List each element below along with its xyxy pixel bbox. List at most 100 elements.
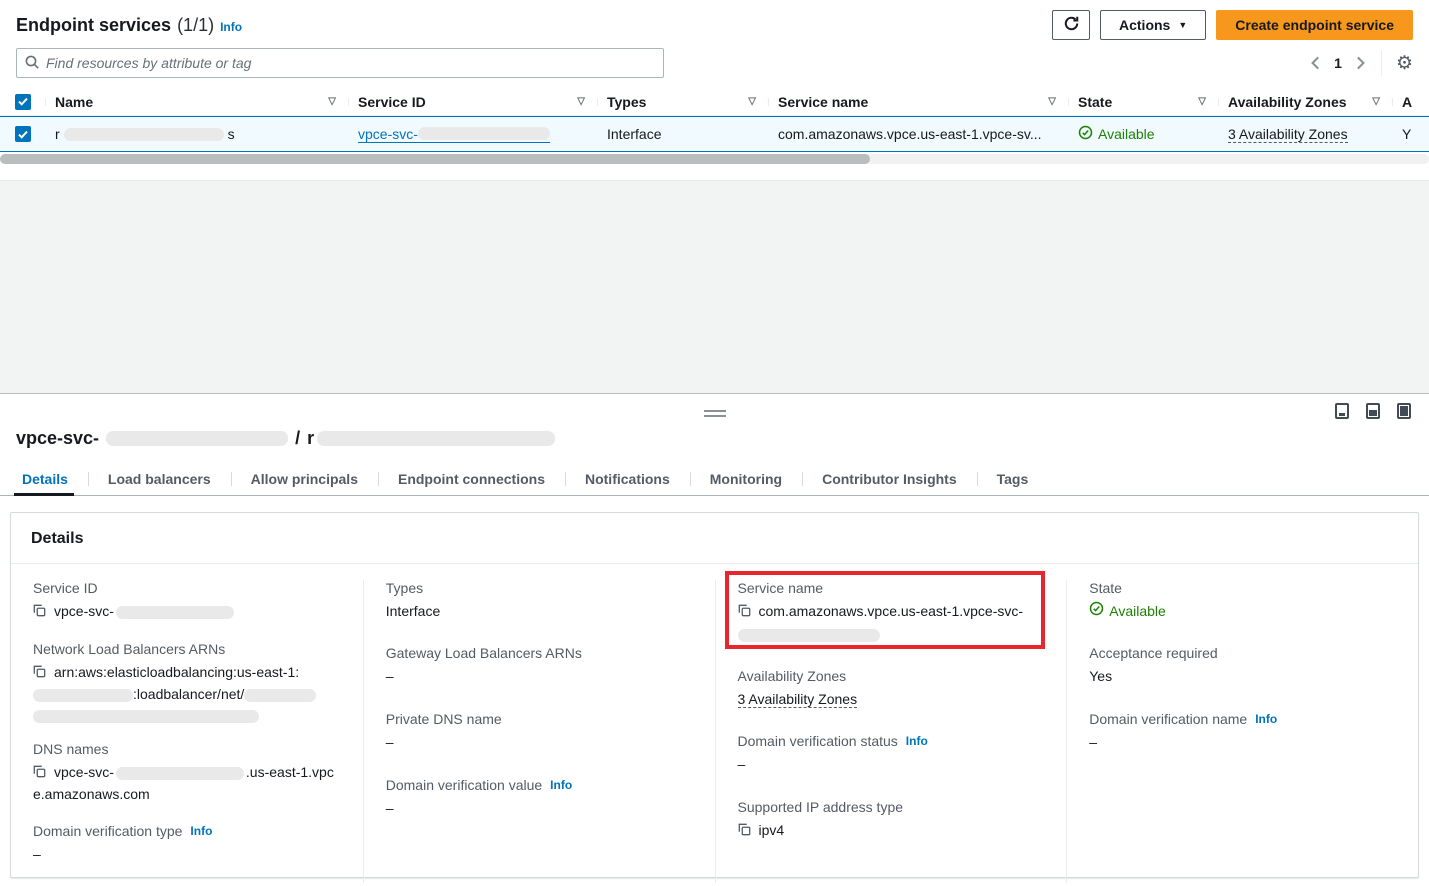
- panel-title: vpce-svc- / r: [0, 394, 1429, 449]
- tab-details[interactable]: Details: [14, 463, 88, 495]
- status-available: Available: [1089, 601, 1166, 622]
- header-actions: Actions ▼ Create endpoint service: [1052, 10, 1413, 40]
- copy-icon[interactable]: [738, 821, 751, 842]
- field-glb-arns: Gateway Load Balancers ARNs –: [386, 645, 693, 687]
- cell-state: Available: [1068, 125, 1218, 143]
- column-header-service-id[interactable]: Service ID ▽: [348, 94, 597, 110]
- field-state: State Available: [1089, 580, 1396, 622]
- select-all-checkbox[interactable]: [15, 94, 31, 110]
- copy-icon[interactable]: [33, 663, 46, 684]
- details-card: Details Service ID vpce-svc- Network Loa…: [10, 512, 1419, 878]
- tab-contributor-insights[interactable]: Contributor Insights: [802, 463, 977, 495]
- page-title: Endpoint services (1/1) Info: [16, 15, 242, 36]
- table-toolbar: 1 ⚙: [0, 42, 1429, 78]
- field-domain-verification-type: Domain verification type Info –: [33, 823, 341, 865]
- tab-notifications[interactable]: Notifications: [565, 463, 690, 495]
- search-input[interactable]: [46, 55, 655, 71]
- redacted-text: [33, 710, 259, 723]
- copy-icon[interactable]: [738, 602, 751, 623]
- cell-service-name: com.amazonaws.vpce.us-east-1.vpce-sv...: [768, 126, 1068, 142]
- panel-drag-handle[interactable]: [704, 410, 726, 417]
- field-supported-ip-address-type: Supported IP address type ipv4: [738, 799, 1045, 842]
- field-acceptance-required: Acceptance required Yes: [1089, 645, 1396, 687]
- tab-monitoring[interactable]: Monitoring: [690, 463, 802, 495]
- toolbar-divider: [1381, 50, 1382, 76]
- content-background: [0, 180, 1429, 393]
- details-card-heading: Details: [11, 513, 1418, 564]
- field-nlb-arns: Network Load Balancers ARNs arn:aws:elas…: [33, 641, 341, 723]
- field-domain-verification-value: Domain verification value Info –: [386, 777, 693, 819]
- tab-allow-principals[interactable]: Allow principals: [231, 463, 378, 495]
- redacted-text: [418, 127, 550, 140]
- redacted-text: [244, 689, 316, 702]
- field-types: Types Interface: [386, 580, 693, 622]
- preferences-gear-icon[interactable]: ⚙: [1396, 54, 1413, 73]
- column-header-name[interactable]: Name ▽: [45, 94, 348, 110]
- panel-layout-half-icon[interactable]: [1366, 403, 1380, 419]
- create-button-label: Create endpoint service: [1235, 17, 1394, 33]
- sort-icon[interactable]: ▽: [1048, 96, 1058, 107]
- page-header: Endpoint services (1/1) Info Actions ▼ C…: [0, 0, 1429, 42]
- panel-tabs: Details Load balancers Allow principals …: [0, 463, 1429, 496]
- actions-button[interactable]: Actions ▼: [1100, 10, 1206, 40]
- tab-load-balancers[interactable]: Load balancers: [88, 463, 231, 495]
- horizontal-scrollbar-thumb[interactable]: [0, 154, 870, 164]
- service-id-link[interactable]: vpce-svc-: [358, 126, 550, 143]
- check-circle-icon: [1078, 125, 1093, 143]
- pagination: 1 ⚙: [1309, 50, 1413, 76]
- info-link[interactable]: Info: [906, 734, 928, 748]
- endpoint-services-table: Name ▽ Service ID ▽ Types ▽ Service name…: [0, 88, 1429, 164]
- table-row[interactable]: r s vpce-svc- Interface com.amazonaws.vp…: [0, 116, 1429, 152]
- info-link[interactable]: Info: [190, 824, 212, 838]
- field-private-dns-name: Private DNS name –: [386, 711, 693, 753]
- availability-zones-popover-link[interactable]: 3 Availability Zones: [1228, 126, 1348, 143]
- panel-layout-bottom-icon[interactable]: [1335, 403, 1349, 419]
- current-page-number[interactable]: 1: [1332, 55, 1344, 71]
- search-box[interactable]: [16, 48, 664, 78]
- column-header-types[interactable]: Types ▽: [597, 94, 768, 110]
- copy-icon[interactable]: [33, 763, 46, 784]
- status-available: Available: [1078, 125, 1155, 143]
- column-header-acceptance[interactable]: A: [1392, 94, 1429, 110]
- redacted-text: [317, 431, 555, 446]
- tab-endpoint-connections[interactable]: Endpoint connections: [378, 463, 565, 495]
- details-card-body: Service ID vpce-svc- Network Load Balanc…: [11, 564, 1418, 886]
- create-endpoint-service-button[interactable]: Create endpoint service: [1216, 10, 1413, 40]
- sort-icon[interactable]: ▽: [1372, 96, 1382, 107]
- sort-icon[interactable]: ▽: [328, 96, 338, 107]
- copy-icon[interactable]: [33, 602, 46, 623]
- sort-icon[interactable]: ▽: [577, 96, 587, 107]
- redacted-text: [33, 689, 133, 702]
- panel-layout-full-icon[interactable]: [1397, 403, 1411, 419]
- info-link[interactable]: Info: [1255, 712, 1277, 726]
- refresh-button[interactable]: [1052, 10, 1090, 40]
- next-page-button[interactable]: [1354, 54, 1367, 72]
- redacted-text: [64, 128, 224, 141]
- info-link[interactable]: Info: [550, 778, 572, 792]
- row-checkbox[interactable]: [15, 126, 31, 142]
- cell-service-id: vpce-svc-: [348, 126, 597, 143]
- details-column-4: State Available Acceptance required Yes: [1066, 580, 1418, 883]
- redacted-text: [116, 767, 244, 780]
- field-service-id: Service ID vpce-svc-: [33, 580, 341, 623]
- availability-zones-popover-link[interactable]: 3 Availability Zones: [738, 691, 858, 708]
- column-header-availability-zones[interactable]: Availability Zones ▽: [1218, 94, 1392, 110]
- previous-page-button[interactable]: [1309, 54, 1322, 72]
- field-availability-zones: Availability Zones 3 Availability Zones: [738, 668, 1045, 710]
- horizontal-scrollbar[interactable]: [0, 154, 1429, 164]
- tab-tags[interactable]: Tags: [977, 463, 1049, 495]
- redacted-text: [106, 431, 288, 446]
- table-header-row: Name ▽ Service ID ▽ Types ▽ Service name…: [0, 88, 1429, 116]
- sort-icon[interactable]: ▽: [748, 96, 758, 107]
- refresh-icon: [1063, 15, 1080, 35]
- field-dns-names: DNS names vpce-svc-.us-east-1.vpce.amazo…: [33, 741, 341, 805]
- sort-icon[interactable]: ▽: [1198, 96, 1208, 107]
- field-service-name: Service name com.amazonaws.vpce.us-east-…: [738, 580, 1045, 642]
- search-icon: [25, 55, 39, 72]
- page-info-link[interactable]: Info: [220, 20, 242, 34]
- details-column-3: Service name com.amazonaws.vpce.us-east-…: [715, 580, 1067, 883]
- endpoint-services-section: Endpoint services (1/1) Info Actions ▼ C…: [0, 0, 1429, 180]
- check-circle-icon: [1089, 601, 1104, 622]
- column-header-state[interactable]: State ▽: [1068, 94, 1218, 110]
- column-header-service-name[interactable]: Service name ▽: [768, 94, 1068, 110]
